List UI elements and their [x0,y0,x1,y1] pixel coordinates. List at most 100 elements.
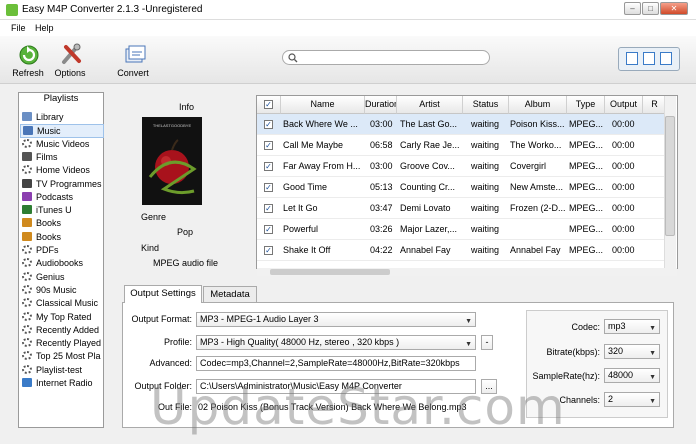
close-icon[interactable]: ✕ [660,2,688,15]
sidebar-item[interactable]: Library [20,111,104,124]
profile-value: MP3 - High Quality( 48000 Hz, stereo , 3… [200,337,400,347]
table-row[interactable]: ✓ Call Me Maybe 06:58 Carly Rae Je... waitin… [257,135,667,156]
sidebar-item-label: Playlist-test [36,364,83,375]
profile-remove-button[interactable]: - [481,335,493,350]
sidebar-item[interactable]: Recently Played [20,337,104,350]
sidebar-item[interactable]: Playlist-test [20,364,104,377]
column-artist[interactable]: Artist [397,96,463,114]
column-type[interactable]: Type [567,96,605,114]
cell-output: 00:00 [612,161,635,171]
gear-icon [22,245,32,254]
column-album[interactable]: Album [509,96,567,114]
cell-artist: The Last Go... [400,119,458,129]
bitrate-select[interactable]: 320 ▼ [604,344,660,359]
app-icon [6,4,18,16]
codec-select[interactable]: mp3 ▼ [604,319,660,334]
sidebar-item[interactable]: Books [20,217,104,230]
chevron-down-icon: ▼ [649,325,656,332]
horizontal-scroll-thumb[interactable] [270,269,390,275]
row-checkbox[interactable]: ✓ [264,204,273,213]
table-row[interactable]: ✓ Far Away From H... 03:00 Groove Cov... wai… [257,156,667,177]
cell-duration: 03:00 [370,119,393,129]
minimize-icon[interactable]: – [624,2,641,15]
row-checkbox[interactable]: ✓ [264,162,273,171]
cell-album: New Amste... [510,182,564,192]
cell-output: 00:00 [612,182,635,192]
cell-album: The Worko... [510,140,562,150]
table-row[interactable]: ✓ Powerful 03:26 Major Lazer,... waiting MPEG… [257,219,667,240]
sidebar-item-label: Classical Music [36,298,99,309]
sidebar-item[interactable]: Podcasts [20,191,104,204]
options-button[interactable]: Options [48,40,92,80]
output-format-label: Output Format: [131,314,192,324]
cell-name: Good Time [283,182,328,192]
row-checkbox[interactable]: ✓ [264,246,273,255]
sidebar-item-label: Music [37,126,61,137]
sidebar-item[interactable]: Genius [20,271,104,284]
column-name[interactable]: Name [281,96,365,114]
advanced-field[interactable]: Codec=mp3,Channel=2,SampleRate=48000Hz,B… [196,356,476,371]
table-row[interactable]: ✓ Shake It Off 04:22 Annabel Fay waiting Anna… [257,240,667,261]
output-format-select[interactable]: MP3 - MPEG-1 Audio Layer 3 ▼ [196,312,476,327]
view-grid-icon[interactable] [643,52,655,65]
sidebar-item[interactable]: Films [20,151,104,164]
chevron-down-icon: ▼ [649,374,656,381]
svg-text:THELASTGOODBYE: THELASTGOODBYE [153,123,192,128]
menu-bar [0,20,696,36]
genre-label: Genre [141,212,167,222]
row-checkbox[interactable]: ✓ [264,183,273,192]
sidebar-item[interactable]: PDFs [20,244,104,257]
column-output[interactable]: Output [605,96,643,114]
select-all-checkbox[interactable]: ✓ [264,100,273,109]
cell-name: Shake It Off [283,245,331,255]
maximize-icon[interactable]: □ [642,2,659,15]
sidebar-item[interactable]: Top 25 Most Pla [20,350,104,363]
cell-album: Frozen (2-D... [510,203,566,213]
header-select-all[interactable]: ✓ [257,96,281,114]
menu-file[interactable]: File [11,23,26,33]
sidebar-item[interactable]: TV Programmes [20,178,104,191]
sidebar-item[interactable]: Classical Music [20,297,104,310]
sidebar-item[interactable]: Audiobooks [20,257,104,270]
sidebar-item[interactable]: 90s Music [20,284,104,297]
cell-artist: Counting Cr... [400,182,456,192]
table-row[interactable]: ✓ Back Where We ... 03:00 The Last Go... wai… [257,114,667,135]
sidebar-item[interactable]: iTunes U [20,204,104,217]
channels-value: 2 [608,394,614,404]
view-list-icon[interactable] [626,52,638,65]
cell-artist: Carly Rae Je... [400,140,460,150]
sidebar-item[interactable]: Music [20,124,104,138]
track-table: ✓ Name Duration Artist Status Album Type… [256,95,678,269]
sidebar-item[interactable]: Home Videos [20,164,104,177]
radio-icon [22,378,32,387]
table-row[interactable]: ✓ Good Time 05:13 Counting Cr... waiting New … [257,177,667,198]
view-cover-icon[interactable] [660,52,672,65]
gear-icon [22,165,32,175]
sidebar-item[interactable]: Internet Radio [20,377,104,390]
convert-button[interactable]: Convert [111,40,155,80]
row-checkbox[interactable]: ✓ [264,225,273,234]
row-checkbox[interactable]: ✓ [264,141,273,150]
sidebar-item[interactable]: Music Videos [20,138,104,151]
row-checkbox[interactable]: ✓ [264,120,273,129]
tab-metadata[interactable]: Metadata [203,286,257,303]
samplerate-select[interactable]: 48000 ▼ [604,368,660,383]
cell-duration: 03:47 [370,203,393,213]
refresh-button[interactable]: Refresh [6,40,50,80]
profile-select[interactable]: MP3 - High Quality( 48000 Hz, stereo , 3… [196,335,476,350]
column-duration[interactable]: Duration [365,96,397,114]
column-status[interactable]: Status [463,96,509,114]
kind-label: Kind [141,243,160,253]
sidebar-item[interactable]: My Top Rated [20,311,104,324]
profile-label: Profile: [163,337,192,347]
tab-output-settings[interactable]: Output Settings [124,285,202,303]
search-input[interactable] [282,50,490,65]
sidebar-item-label: Audiobooks [36,258,84,269]
sidebar-item[interactable]: Recently Added [20,324,104,337]
table-row[interactable]: ✓ Let It Go 03:47 Demi Lovato waiting Frozen … [257,198,667,219]
channels-select[interactable]: 2 ▼ [604,392,660,407]
menu-help[interactable]: Help [35,23,54,33]
sidebar-item[interactable]: Books [20,231,104,244]
codec-label: Codec: [571,322,600,332]
vertical-scroll-thumb[interactable] [665,116,675,236]
